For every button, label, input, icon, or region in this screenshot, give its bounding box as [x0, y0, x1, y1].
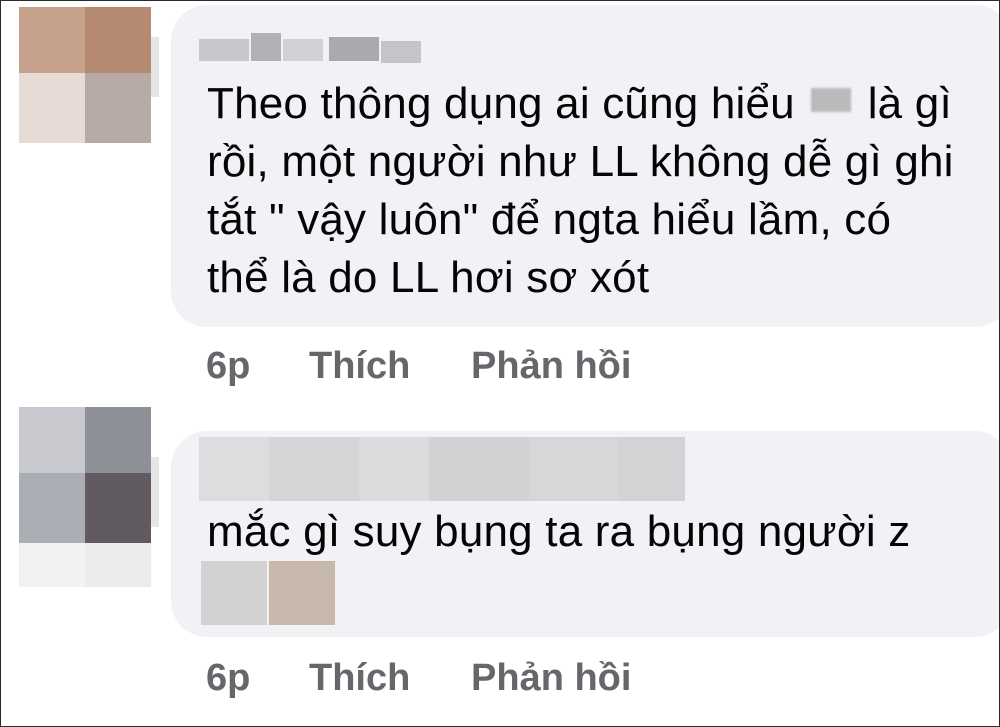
- like-button[interactable]: Thích: [309, 345, 410, 388]
- timestamp[interactable]: 6p: [206, 657, 250, 700]
- comment-text: mắc gì suy bụng ta ra bụng người z: [207, 507, 911, 556]
- censored-word: [811, 88, 852, 112]
- comment-thread: Theo thông dụng ai cũng hiểu là gì rồi, …: [0, 0, 1000, 727]
- commenter-name[interactable]: [199, 437, 685, 501]
- comment-bubble: mắc gì suy bụng ta ra bụng người z: [171, 431, 999, 637]
- like-button[interactable]: Thích: [309, 657, 410, 700]
- attachment-thumbnail[interactable]: [201, 561, 335, 625]
- reply-button[interactable]: Phản hồi: [471, 345, 631, 388]
- avatar[interactable]: [19, 7, 159, 143]
- timestamp[interactable]: 6p: [206, 345, 250, 388]
- comment-bubble: Theo thông dụng ai cũng hiểu là gì rồi, …: [171, 5, 999, 327]
- reply-button[interactable]: Phản hồi: [471, 657, 631, 700]
- comment-text: Theo thông dụng ai cũng hiểu là gì rồi, …: [207, 79, 954, 302]
- commenter-name[interactable]: [199, 25, 421, 65]
- avatar[interactable]: [19, 407, 159, 587]
